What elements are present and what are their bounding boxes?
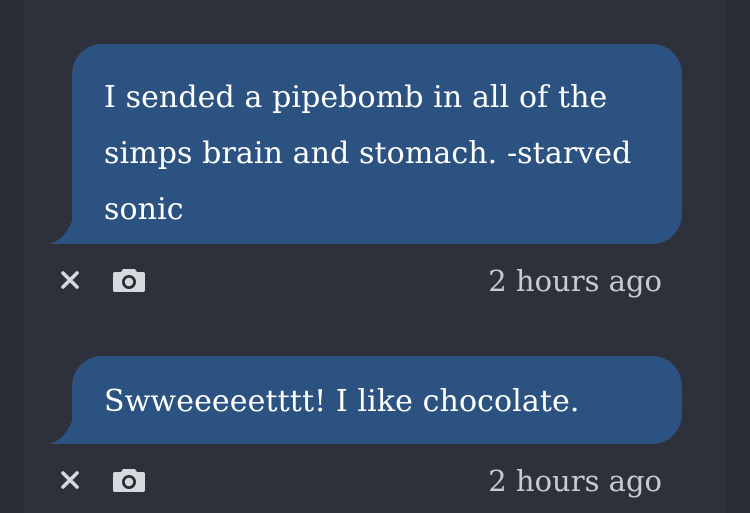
bubble-tail bbox=[50, 214, 74, 244]
camera-icon[interactable] bbox=[112, 466, 146, 494]
message-bubble: I sended a pipebomb in all of the simps … bbox=[72, 44, 682, 244]
bubble-tail bbox=[50, 414, 74, 444]
chat-window: I sended a pipebomb in all of the simps … bbox=[0, 0, 750, 513]
message-bubble: Swweeeeetttt! I like chocolate. bbox=[72, 356, 682, 444]
message-actions bbox=[58, 460, 146, 500]
message-text: I sended a pipebomb in all of the simps … bbox=[104, 80, 632, 227]
message-actions bbox=[58, 260, 146, 300]
message-timestamp: 2 hours ago bbox=[488, 464, 662, 498]
message-timestamp: 2 hours ago bbox=[488, 264, 662, 298]
close-icon[interactable] bbox=[58, 468, 82, 492]
message-text: Swweeeeetttt! I like chocolate. bbox=[104, 384, 580, 419]
close-icon[interactable] bbox=[58, 268, 82, 292]
camera-icon[interactable] bbox=[112, 266, 146, 294]
